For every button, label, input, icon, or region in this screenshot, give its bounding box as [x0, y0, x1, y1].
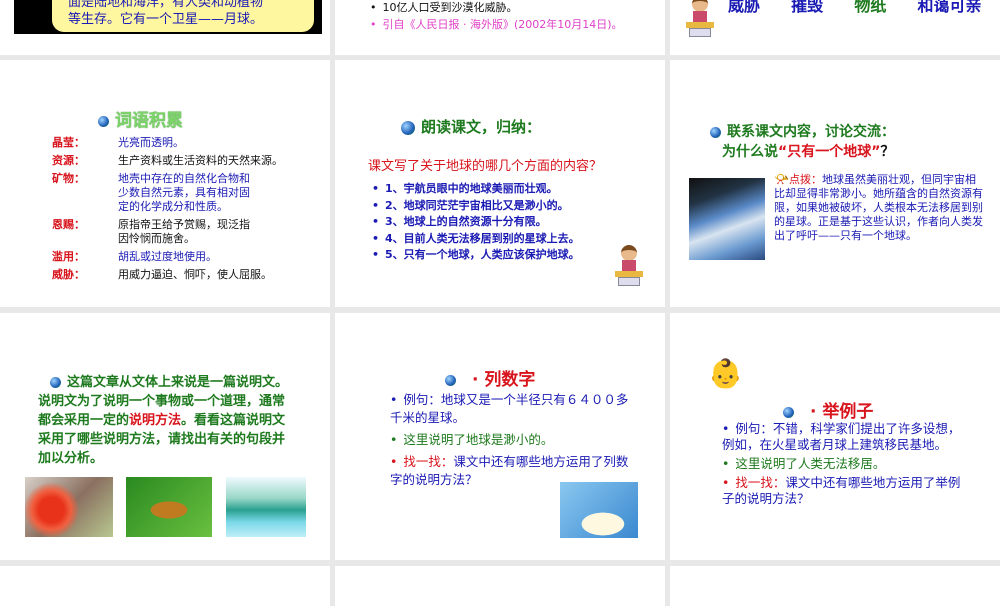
swan-image	[560, 482, 638, 538]
word: 物纸	[854, 0, 887, 15]
find-label: 找一找：	[735, 475, 786, 490]
flower-image	[25, 477, 113, 537]
globe-icon	[98, 115, 109, 127]
slide-vocab-accumulation[interactable]: 词语积累 晶莹： 光亮而透明。 资源： 生产资料或生活资料的天然来源。 矿物： 地壳中…	[0, 60, 330, 307]
word-list: 威胁 摧毁 物纸 和蔼可亲	[728, 0, 981, 16]
girl-reading-icon	[615, 245, 643, 287]
definition: 光亮而透明。	[118, 136, 184, 149]
bullet-text: 10亿人口受到沙漠化威胁。	[370, 0, 518, 15]
example-item: 例句：地球又是一个半径只有６４００多千米的星球。	[390, 391, 630, 427]
explain-item: 这里说明了地球是渺小的。	[390, 431, 630, 449]
vocab-row: 威胁： 用威力逼迫、恫吓，使人屈服。	[52, 266, 312, 284]
vocab-table: 晶莹： 光亮而透明。 资源： 生产资料或生活资料的天然来源。 矿物： 地壳中存在的自然…	[52, 134, 312, 284]
slide-blank[interactable]	[0, 566, 330, 606]
term: 矿物：	[52, 172, 85, 185]
slide-blank[interactable]	[670, 566, 1000, 606]
list-item: 3、地球上的自然资源十分有限。	[372, 214, 580, 231]
list-item: 2、地球同茫茫宇宙相比又是渺小的。	[372, 198, 580, 215]
hint-label: 点拨：	[788, 173, 822, 186]
hint-text: 📯点拨：地球虽然美丽壮观，但同宇宙相比却显得非常渺小。她所蕴含的自然资源有限，如…	[774, 172, 986, 243]
word: 和蔼可亲	[917, 0, 982, 15]
globe-icon	[401, 120, 415, 135]
vocab-row: 滥用： 胡乱或过度地使用。	[52, 248, 312, 266]
list-item: 5、只有一个地球，人类应该保护地球。	[372, 247, 580, 264]
slide-title: 联系课文内容，讨论交流： 为什么说“只有一个地球”？	[710, 122, 895, 162]
summary-list: 1、宇航员眼中的地球美丽而壮观。 2、地球同茫茫宇宙相比又是渺小的。 3、地球上…	[372, 181, 580, 264]
text-line: 面是陆地和海洋，有人类和动植物	[68, 0, 264, 10]
title-text: · 举例子	[810, 402, 874, 422]
earth-text-box: 面是陆地和海洋，有人类和动植物 等生存。它有一个卫星——月球。	[52, 0, 314, 32]
space-shuttle-image	[689, 178, 765, 260]
slide-expository-style[interactable]: 这篇文章从文体上来说是一篇说明文。说明文为了说明一个事物或一个道理，通常都会采用…	[0, 313, 330, 560]
text-line: 等生存。它有一个卫星——月球。	[68, 12, 264, 27]
title-text: 联系课文内容，讨论交流：	[727, 124, 895, 140]
butterfly-image	[126, 477, 212, 537]
question-quote: “只有一个地球”	[778, 144, 881, 160]
term: 资源：	[52, 154, 85, 167]
slide-give-examples[interactable]: 👶 · 举例子 例句：不错，科学家们提出了许多设想，例如，在火星或者月球上建筑移…	[670, 313, 1000, 560]
definition: 用威力逼迫、恫吓，使人屈服。	[118, 268, 272, 281]
title-text: 朗读课文，归纳：	[421, 118, 542, 136]
slide-read-summarize[interactable]: 朗读课文，归纳： 课文写了关于地球的哪几个方面的内容？ 1、宇航员眼中的地球美丽…	[335, 60, 665, 307]
example-item: 例句：不错，科学家们提出了许多设想，例如，在火星或者月球上建筑移民基地。	[722, 421, 962, 453]
definition: 原指帝王给予赏赐，现泛指因怜悯而施舍。	[118, 218, 250, 245]
globe-icon	[50, 377, 61, 388]
word: 威胁	[728, 0, 761, 15]
slide-title: · 列数字	[445, 365, 535, 390]
slide-vocab-words[interactable]: 威胁 摧毁 物纸 和蔼可亲	[670, 0, 1000, 55]
term: 晶莹：	[52, 136, 85, 149]
landscape-image	[226, 477, 306, 537]
slide-blank[interactable]	[335, 566, 665, 606]
baby-swing-icon: 👶	[708, 357, 743, 390]
examples-list: 例句：不错，科学家们提出了许多设想，例如，在火星或者月球上建筑移民基地。 这里说…	[722, 421, 962, 507]
girl-reading-icon	[686, 0, 714, 38]
source-citation: 引自《人民日报 · 海外版》(2002年10月14日)。	[370, 16, 623, 32]
vocab-row: 恩赐： 原指帝王给予赏赐，现泛指因怜悯而施舍。	[52, 216, 312, 248]
term: 滥用：	[52, 250, 85, 263]
globe-icon	[445, 374, 456, 386]
black-panel: 面是陆地和海洋，有人类和动植物 等生存。它有一个卫星——月球。	[14, 0, 322, 34]
globe-icon	[783, 406, 794, 418]
slide-title: 朗读课文，归纳：	[401, 116, 541, 137]
question-text: 为什么说	[722, 144, 778, 160]
definition: 胡乱或过度地使用。	[118, 250, 217, 263]
question-mark: ？	[880, 144, 895, 160]
term: 威胁：	[52, 268, 85, 281]
vocab-row: 矿物： 地壳中存在的自然化合物和少数自然元素，具有相对固定的化学成分和性质。	[52, 170, 312, 216]
list-item: 4、目前人类无法移居到别的星球上去。	[372, 231, 580, 248]
title-text: 词语积累	[115, 111, 183, 131]
definition: 生产资料或生活资料的天然来源。	[118, 154, 283, 167]
style-paragraph: 这篇文章从文体上来说是一篇说明文。说明文为了说明一个事物或一个道理，通常都会采用…	[38, 373, 294, 468]
word: 摧毁	[791, 0, 824, 15]
find-label: 找一找：	[403, 454, 454, 469]
slide-earth-description[interactable]: 面是陆地和海洋，有人类和动植物 等生存。它有一个卫星——月球。	[0, 0, 330, 55]
slide-discussion[interactable]: 联系课文内容，讨论交流： 为什么说“只有一个地球”？ 📯点拨：地球虽然美丽壮观，…	[670, 60, 1000, 307]
numbers-list: 例句：地球又是一个半径只有６４００多千米的星球。 这里说明了地球是渺小的。 找一…	[390, 391, 630, 489]
vocab-row: 晶莹： 光亮而透明。	[52, 134, 312, 152]
explain-item: 这里说明了人类无法移居。	[722, 456, 962, 472]
vocab-row: 资源： 生产资料或生活资料的天然来源。	[52, 152, 312, 170]
slide-title: 词语积累	[98, 106, 183, 131]
highlight-text: 说明方法	[129, 413, 182, 428]
definition: 地壳中存在的自然化合物和少数自然元素，具有相对固定的化学成分和性质。	[118, 172, 250, 213]
list-item: 1、宇航员眼中的地球美丽而壮观。	[372, 181, 580, 198]
title-text: · 列数字	[472, 370, 536, 390]
horn-icon: 📯	[774, 172, 789, 186]
slide-title: · 举例子	[783, 397, 873, 422]
term: 恩赐：	[52, 218, 85, 231]
globe-icon	[710, 126, 721, 138]
question: 课文写了关于地球的哪几个方面的内容？	[368, 159, 603, 174]
slide-list-numbers[interactable]: · 列数字 例句：地球又是一个半径只有６４００多千米的星球。 这里说明了地球是渺…	[335, 313, 665, 560]
slide-desertification[interactable]: 10亿人口受到沙漠化威胁。 引自《人民日报 · 海外版》(2002年10月14日…	[335, 0, 665, 55]
